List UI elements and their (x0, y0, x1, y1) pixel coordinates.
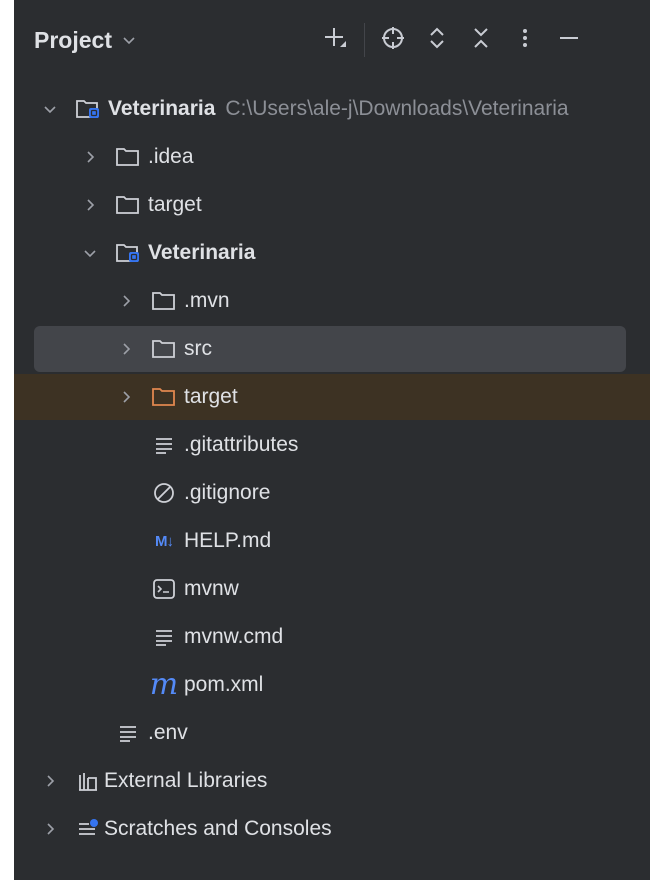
tree-node-mvn-folder[interactable]: .mvn (14, 278, 650, 324)
tree-node-root-module[interactable]: Veterinaria C:\Users\ale-j\Downloads\Vet… (14, 86, 650, 132)
minimize-icon (557, 24, 581, 57)
tree-node-label: .idea (148, 145, 194, 168)
markdown-file-icon: M↓ (155, 532, 174, 550)
module-folder-icon (74, 95, 102, 123)
text-file-icon (150, 431, 178, 459)
tree-node-idea-folder[interactable]: .idea (14, 134, 650, 180)
tree-node-pom-xml-file[interactable]: m pom.xml (14, 662, 650, 708)
collapse-all-button[interactable] (459, 18, 503, 62)
folder-icon (150, 287, 178, 315)
add-icon (322, 24, 350, 57)
chevron-right-icon[interactable] (78, 145, 102, 169)
tree-node-target-excluded-folder[interactable]: target (14, 374, 650, 420)
minimize-button[interactable] (547, 18, 591, 62)
toolbar-separator (364, 23, 365, 57)
locate-icon (379, 24, 407, 57)
chevron-down-icon[interactable] (78, 241, 102, 265)
tree-node-target-folder[interactable]: target (14, 182, 650, 228)
tree-node-label: .gitignore (184, 481, 271, 504)
tree-node-gitignore-file[interactable]: .gitignore (14, 470, 650, 516)
project-path-text: C:\Users\ale-j\Downloads\Veterinaria (225, 97, 569, 120)
library-icon (74, 767, 102, 795)
tree-node-label: Veterinaria (148, 241, 256, 264)
tree-node-label: mvnw (184, 577, 239, 600)
chevron-right-icon[interactable] (78, 193, 102, 217)
tree-node-sub-module[interactable]: Veterinaria (14, 230, 650, 276)
chevron-down-icon[interactable] (38, 97, 62, 121)
shell-script-icon (150, 575, 178, 603)
folder-icon (114, 143, 142, 171)
chevron-right-icon[interactable] (114, 337, 138, 361)
tree-node-label: target (148, 193, 202, 216)
ignore-file-icon (150, 479, 178, 507)
tree-node-label: src (184, 337, 212, 360)
tree-node-label: HELP.md (184, 529, 272, 552)
tree-node-label: target (184, 385, 238, 408)
scratches-icon (74, 815, 102, 843)
tree-node-scratches-and-consoles[interactable]: Scratches and Consoles (14, 806, 650, 852)
chevron-down-icon (122, 33, 136, 47)
project-view-selector[interactable]: Project (34, 20, 136, 60)
more-options-button[interactable] (503, 18, 547, 62)
tree-node-env-file[interactable]: .env (14, 710, 650, 756)
tree-node-help-md-file[interactable]: M↓ HELP.md (14, 518, 650, 564)
expand-all-button[interactable] (415, 18, 459, 62)
locate-button[interactable] (371, 18, 415, 62)
tree-node-label: .mvn (184, 289, 230, 312)
tree-node-label: External Libraries (104, 769, 268, 792)
tree-node-label: Scratches and Consoles (104, 817, 332, 840)
add-button[interactable] (314, 18, 358, 62)
chevron-right-icon[interactable] (38, 817, 62, 841)
tree-node-label: pom.xml (184, 673, 264, 696)
tree-node-label: Veterinaria (108, 97, 216, 120)
more-options-icon (519, 24, 531, 57)
maven-file-icon: m (149, 667, 179, 702)
module-folder-icon (114, 239, 142, 267)
tree-node-mvnw-file[interactable]: mvnw (14, 566, 650, 612)
tree-node-external-libraries[interactable]: External Libraries (14, 758, 650, 804)
tool-window-header: Project (14, 0, 650, 80)
folder-icon (114, 191, 142, 219)
chevron-right-icon[interactable] (38, 769, 62, 793)
tree-node-label: .gitattributes (184, 433, 299, 456)
project-tool-window: Project Veterinaria C:\Users\ale-j\Downl… (14, 0, 650, 880)
folder-icon (150, 335, 178, 363)
text-file-icon (114, 719, 142, 747)
tree-node-src-folder[interactable]: src (14, 326, 650, 372)
text-file-icon (150, 623, 178, 651)
collapse-all-icon (469, 24, 493, 57)
chevron-right-icon[interactable] (114, 385, 138, 409)
expand-all-icon (425, 24, 449, 57)
excluded-folder-icon (150, 383, 178, 411)
tree-node-label: .env (148, 721, 188, 744)
tree-node-mvnw-cmd-file[interactable]: mvnw.cmd (14, 614, 650, 660)
tree-node-label: mvnw.cmd (184, 625, 284, 648)
chevron-right-icon[interactable] (114, 289, 138, 313)
tool-window-title: Project (34, 26, 112, 53)
tree-node-gitattributes-file[interactable]: .gitattributes (14, 422, 650, 468)
tool-window-toolbar (314, 18, 591, 62)
